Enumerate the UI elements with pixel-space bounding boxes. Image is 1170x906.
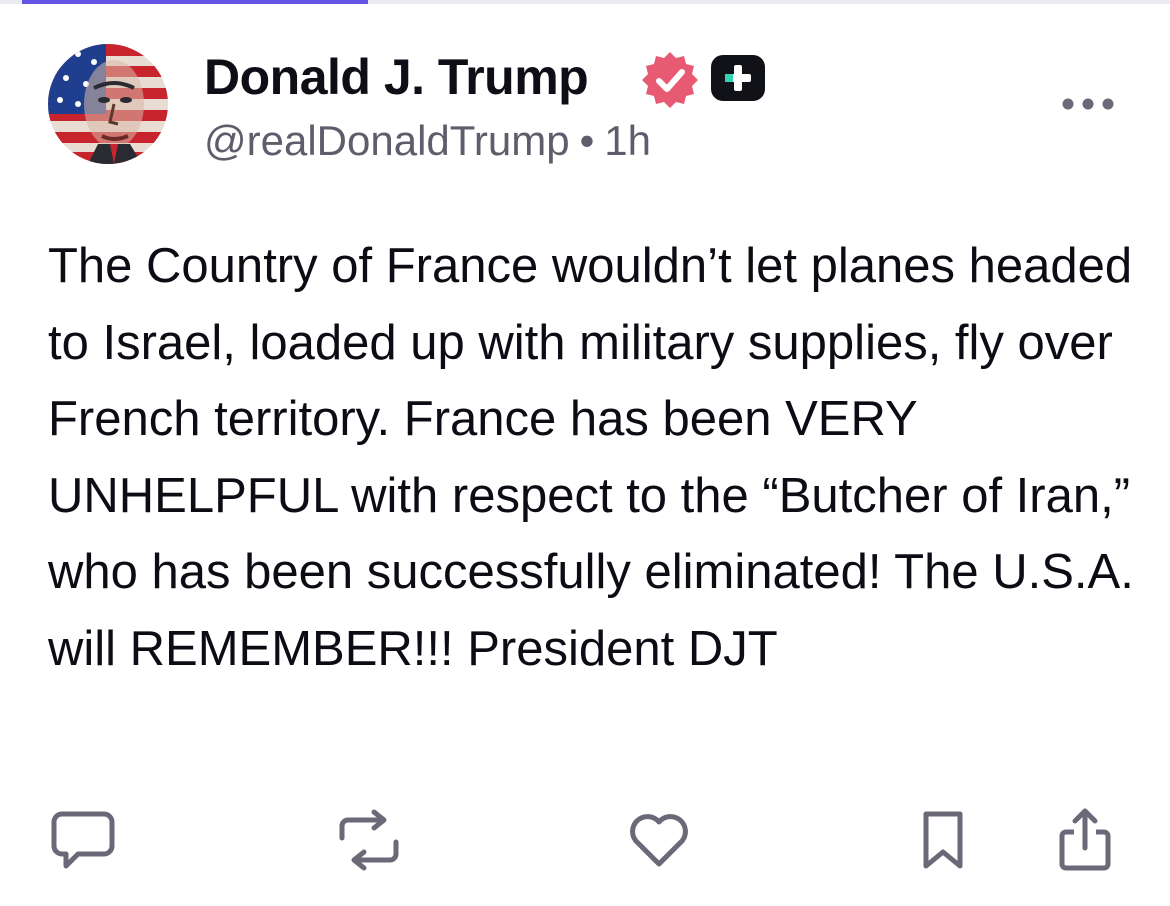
more-options-icon[interactable] — [1060, 92, 1116, 116]
timestamp[interactable]: 1h — [604, 117, 651, 164]
heart-icon[interactable] — [624, 808, 694, 872]
post-text: The Country of France wouldn’t let plane… — [48, 239, 1134, 676]
avatar[interactable] — [48, 44, 168, 164]
load-progress-bar — [22, 0, 368, 4]
handle[interactable]: @realDonaldTrump — [204, 117, 570, 164]
share-icon[interactable] — [1050, 808, 1120, 872]
meta-line: @realDonaldTrump • 1h — [204, 114, 651, 168]
reply-icon[interactable] — [48, 808, 118, 872]
meta-separator: • — [579, 117, 595, 164]
repost-icon[interactable] — [334, 808, 404, 872]
verified-badge-icon — [640, 50, 700, 110]
bookmark-icon[interactable] — [908, 808, 978, 872]
plus-badge-icon — [709, 53, 767, 103]
display-name[interactable]: Donald J. Trump — [204, 46, 589, 108]
